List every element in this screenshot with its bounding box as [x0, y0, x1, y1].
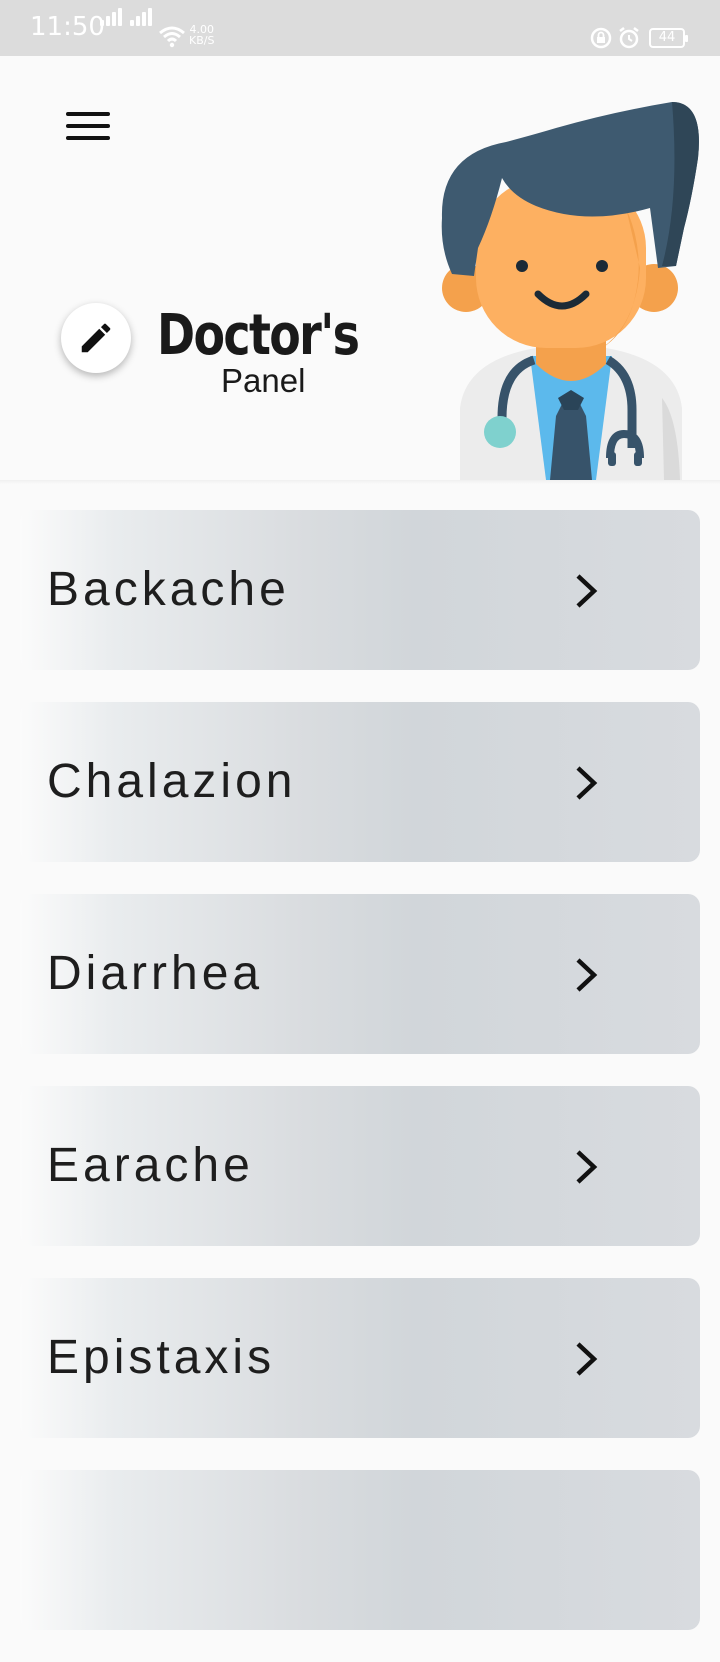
condition-list: Backache Chalazion Diarrhea Earache Epis…: [20, 510, 700, 1662]
net-speed-unit: KB/S: [189, 34, 215, 47]
status-time: 11:50: [30, 12, 105, 42]
wifi-icon: [159, 26, 185, 48]
chevron-right-icon: [576, 766, 598, 800]
header: Doctor's Panel: [0, 56, 720, 480]
page-subtitle: Panel: [221, 362, 306, 399]
header-divider: [0, 480, 720, 484]
net-speed: 4.00 KB/S: [189, 24, 214, 46]
chevron-right-icon: [576, 1342, 598, 1376]
page-title: Doctor's: [157, 303, 360, 368]
list-item-diarrhea[interactable]: Diarrhea: [20, 894, 700, 1054]
list-item-label: Earache: [47, 1139, 254, 1192]
edit-button[interactable]: [61, 303, 131, 373]
list-item-label: Epistaxis: [47, 1331, 276, 1384]
alarm-icon: [619, 27, 639, 49]
list-item-epistaxis[interactable]: Epistaxis: [20, 1278, 700, 1438]
list-item-earache[interactable]: Earache: [20, 1086, 700, 1246]
battery-icon: 44: [649, 28, 688, 48]
chevron-right-icon: [576, 574, 598, 608]
doctor-avatar: [441, 102, 699, 480]
lock-rotation-icon: [590, 27, 612, 49]
chevron-right-icon: [576, 958, 598, 992]
pencil-icon: [81, 323, 111, 353]
list-item-label: Diarrhea: [47, 947, 264, 1000]
list-item-backache[interactable]: Backache: [20, 510, 700, 670]
chevron-right-icon: [576, 1150, 598, 1184]
hamburger-menu-icon[interactable]: [58, 110, 118, 150]
status-bar: 11:50 4.00 KB/S 44: [0, 0, 720, 56]
list-item-chalazion[interactable]: Chalazion: [20, 702, 700, 862]
list-item-label: Chalazion: [47, 755, 297, 808]
list-item-label: Backache: [47, 563, 290, 616]
list-item-partial[interactable]: [20, 1470, 700, 1630]
